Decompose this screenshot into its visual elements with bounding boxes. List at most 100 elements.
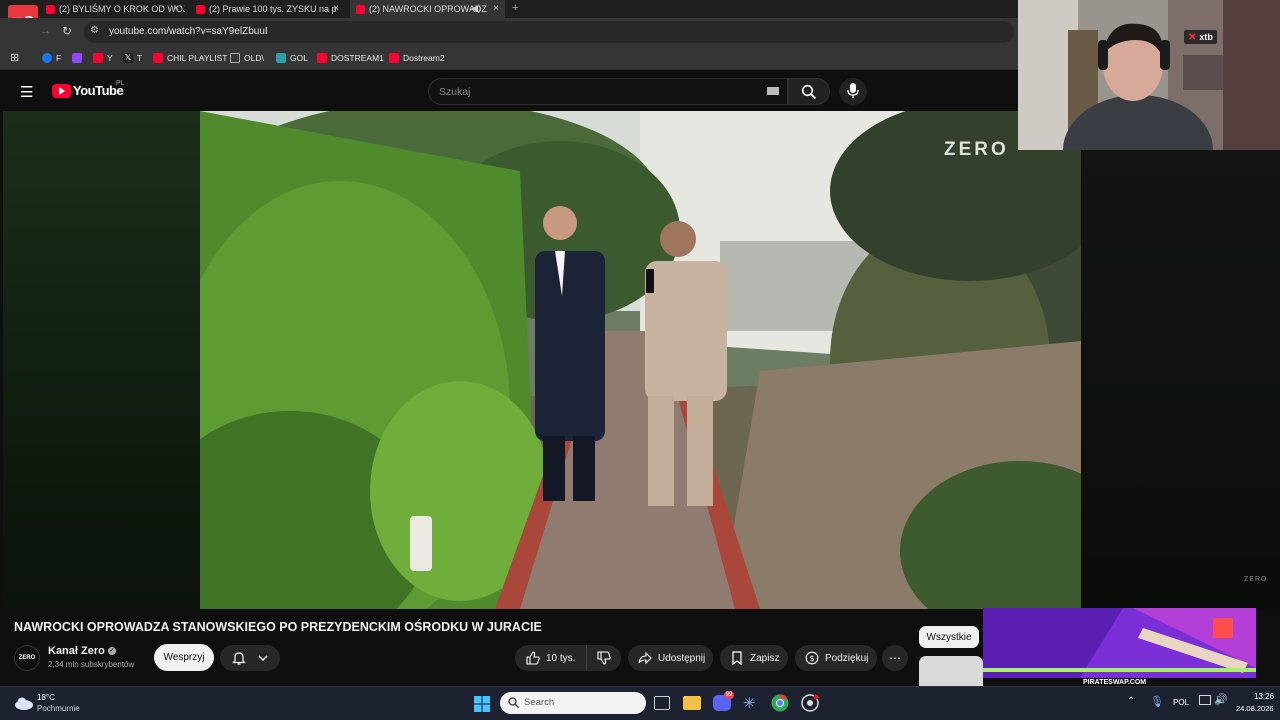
menu-icon[interactable]: ☰ [20, 83, 33, 101]
video-frame [200, 111, 1081, 609]
forward-icon[interactable]: → [40, 25, 51, 37]
bookmark-item[interactable]: GOL [276, 51, 308, 65]
search-button[interactable] [788, 78, 830, 105]
youtube-icon [196, 4, 205, 14]
browser-tab[interactable]: (2) Prawie 100 tys. ZYSKU na p × [190, 0, 345, 18]
apps-grid-icon[interactable]: ⊞ [10, 51, 19, 64]
svg-text:$: $ [809, 654, 814, 663]
obs-icon[interactable] [801, 694, 819, 712]
more-actions-button[interactable]: ⋯ [882, 645, 908, 671]
tab-title: (2) Prawie 100 tys. ZYSKU na p [209, 4, 337, 14]
channel-avatar[interactable]: ZERO [14, 645, 40, 671]
join-button[interactable]: Wesprzyj [154, 644, 214, 671]
twitch-icon [72, 53, 82, 63]
share-button[interactable]: Udostępnij [628, 645, 713, 671]
sponsor-text: PIRATESWAP.COM [1083, 679, 1147, 686]
youtube-logo-icon[interactable] [52, 84, 71, 98]
save-label: Zapisz [750, 652, 780, 664]
notification-bell-button[interactable] [220, 645, 280, 671]
dislike-button[interactable] [587, 645, 621, 671]
video-corner-mark: ZERO [1244, 576, 1268, 583]
region-code: PL [116, 80, 125, 87]
close-icon[interactable]: × [493, 3, 499, 14]
tray-chevron-up-icon[interactable]: ⌃ [1127, 696, 1135, 707]
bookmark-item[interactable]: 𝕏T [123, 51, 142, 65]
close-icon[interactable]: × [333, 3, 339, 14]
tray-mic-icon[interactable]: 🎙 [1150, 695, 1164, 708]
play-icon [59, 87, 65, 95]
search-icon [801, 84, 817, 100]
thumbs-up-icon [526, 651, 540, 665]
weather-temp[interactable]: 18°C [37, 693, 55, 702]
reload-icon[interactable]: ↻ [62, 24, 72, 38]
speaker-icon: ◀) [471, 3, 481, 13]
video-watermark: ZERO [944, 139, 1009, 160]
save-button[interactable]: Zapisz [720, 645, 788, 671]
facebook-icon [42, 53, 52, 63]
xtb-logo-text: xtb [1199, 32, 1213, 42]
bookmark-item[interactable]: DOSTREAM1 [317, 51, 384, 65]
filter-chip-all[interactable]: Wszystkie [919, 626, 979, 648]
ambient-glow-left [3, 111, 200, 609]
sponsor-banner: PIRATESWAP.COM [983, 608, 1256, 689]
thumbs-down-icon [597, 651, 611, 665]
channel-name[interactable]: Kanał Zero [48, 645, 105, 657]
video-player[interactable]: ZERO [200, 111, 1081, 609]
clock-date[interactable]: 24.08.2026 [1236, 704, 1274, 713]
tab-title: (2) NAWROCKI OPROWADZ [369, 4, 487, 14]
site-info-icon[interactable]: ⚙ [90, 25, 99, 36]
video-title: NAWROCKI OPROWADZA STANOWSKIEGO PO PREZY… [14, 620, 542, 634]
volume-icon[interactable]: 🔊 [1214, 693, 1228, 706]
chevron-down-icon [258, 655, 268, 661]
search-input[interactable]: Szukaj [428, 78, 788, 105]
language-indicator[interactable]: POL [1173, 698, 1189, 707]
ambient-glow-right [1081, 150, 1280, 609]
search-icon [508, 697, 519, 708]
file-explorer-icon[interactable] [683, 696, 701, 710]
search-placeholder: Szukaj [439, 86, 471, 98]
bookmark-label: GOL [290, 53, 308, 63]
bookmark-item[interactable]: CHIL PLAYLIST [153, 51, 227, 65]
xtb-x-icon: ✕ [1188, 31, 1197, 43]
browser-tab-active[interactable]: (2) NAWROCKI OPROWADZ ◀) × [350, 0, 505, 18]
share-label: Udostępnij [658, 652, 706, 664]
bookmark-item[interactable]: F [42, 51, 61, 65]
youtube-icon [317, 53, 327, 63]
thanks-button[interactable]: $ Podziękuj [795, 645, 877, 671]
new-tab-button[interactable]: + [512, 2, 518, 14]
taskbar-search[interactable]: Search [500, 692, 646, 714]
app-sparkle-icon[interactable]: ✳ [743, 694, 756, 712]
url-text: youtube.com/watch?v=saY9elZbuuI [109, 26, 268, 37]
bookmark-label: Dostream2 [403, 53, 445, 63]
like-button[interactable]: 10 tys. [515, 645, 587, 671]
network-icon[interactable] [1199, 695, 1211, 705]
keyboard-icon[interactable] [767, 87, 779, 95]
bookmark-item[interactable] [72, 51, 86, 65]
like-count: 10 tys. [546, 652, 576, 664]
taskbar-search-placeholder: Search [524, 697, 555, 708]
clock-time[interactable]: 13:26 [1254, 692, 1274, 701]
bookmark-item[interactable]: OLD\ [230, 51, 264, 65]
bookmark-label: T [137, 53, 143, 63]
close-icon[interactable]: × [173, 3, 179, 14]
bookmark-label: CHIL PLAYLIST [167, 53, 228, 63]
verified-icon: ✓ [107, 647, 116, 655]
url-field[interactable]: ⚙ youtube.com/watch?v=saY9elZbuuI [84, 21, 1014, 43]
weather-desc[interactable]: Pochmurnie [37, 704, 80, 713]
bookmark-item[interactable]: Y [93, 51, 113, 65]
chrome-icon[interactable] [771, 694, 789, 712]
recommendation-thumbnail[interactable] [919, 656, 983, 686]
voice-search-button[interactable] [839, 78, 867, 105]
bookmark-label: OLD\ [244, 53, 264, 63]
bookmark-label: Y [107, 53, 113, 63]
windows-start-icon[interactable] [474, 696, 490, 712]
folder-icon [230, 53, 240, 63]
channel-name-row[interactable]: Kanał Zero ✓ [48, 645, 116, 657]
gol-icon [276, 53, 286, 63]
browser-tab[interactable]: (2) BYLIŚMY O KROK OD WOJN × [40, 0, 185, 18]
share-icon [638, 651, 652, 665]
task-view-icon[interactable] [654, 696, 670, 710]
webcam-overlay: ✕ xtb [1018, 0, 1280, 150]
bell-icon [232, 652, 246, 665]
bookmark-item[interactable]: Dostream2 [389, 51, 445, 65]
